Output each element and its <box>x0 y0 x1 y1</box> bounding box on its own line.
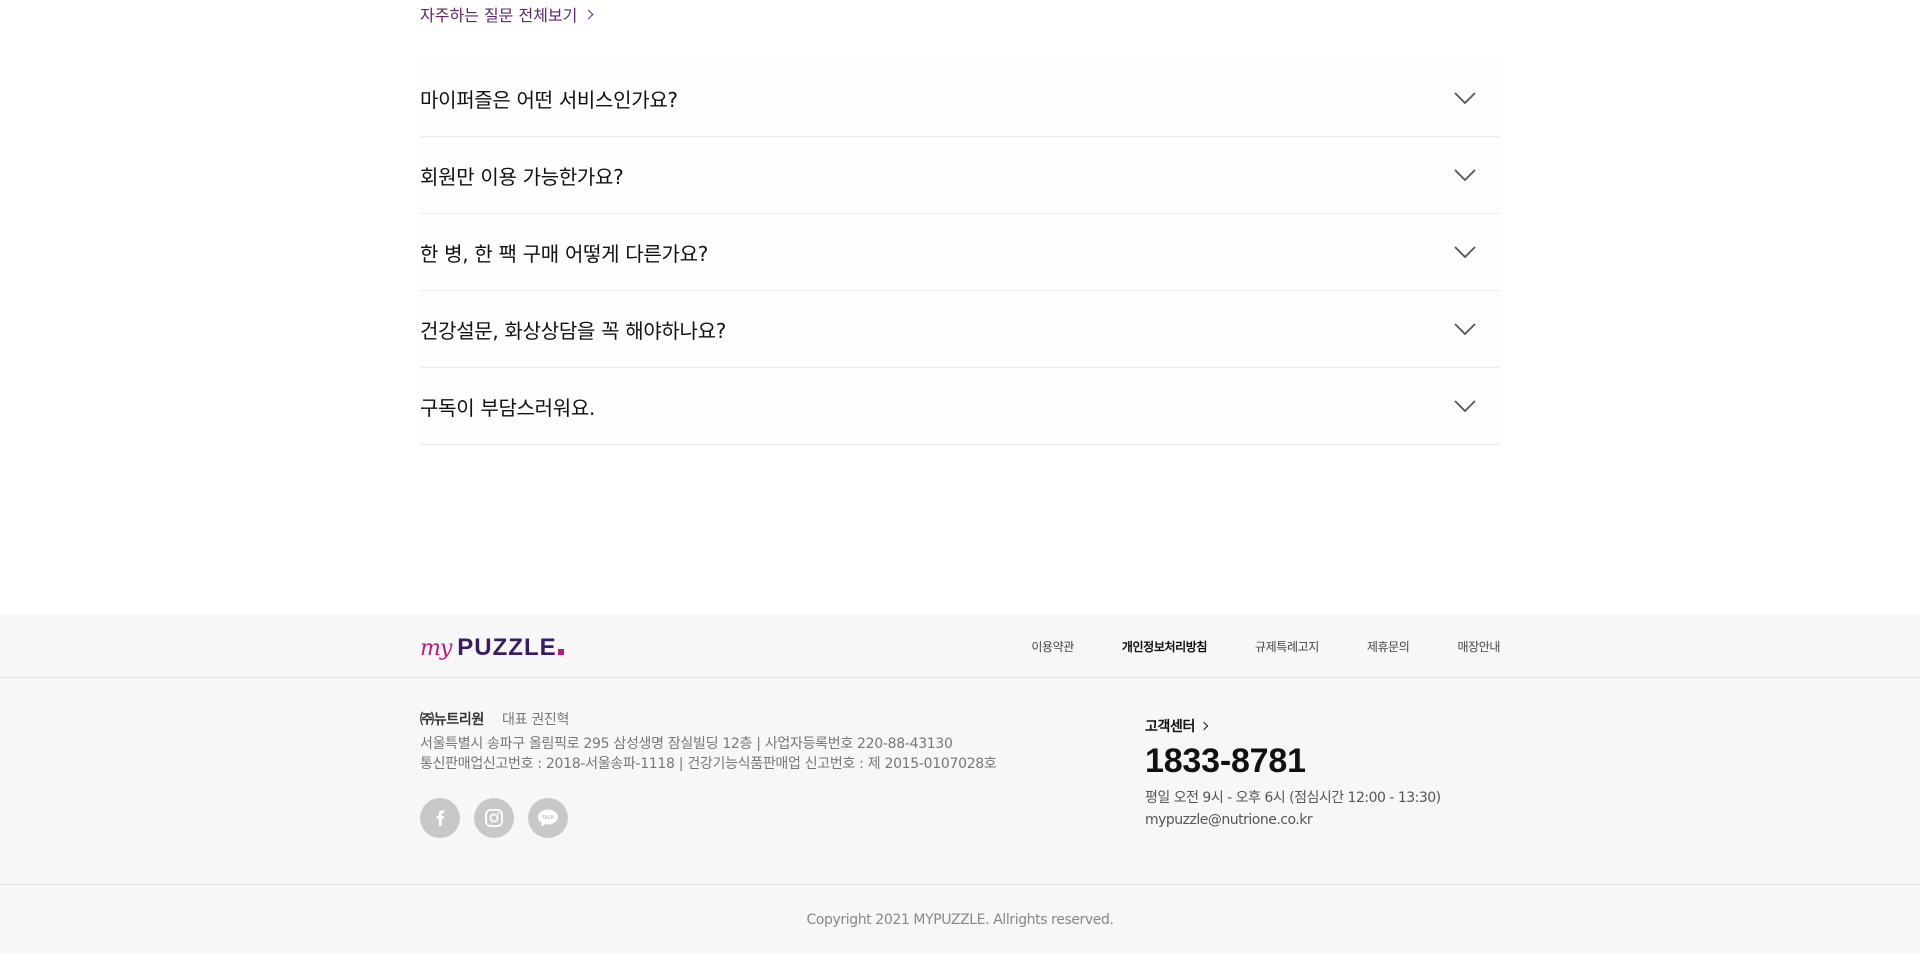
faq-question: 건강설문, 화상상담을 꼭 해야하나요? <box>420 318 727 343</box>
footer-link-privacy[interactable]: 개인정보처리방침 <box>1122 638 1208 655</box>
company-info: ㈜뉴트리원 대표 권진혁 서울특별시 송파구 올림픽로 295 삼성생명 잠실빌… <box>420 710 1020 838</box>
logo-puzzle-word: PUZZLE <box>457 634 557 661</box>
customer-center: 고객센터 1833-8781 평일 오전 9시 - 오후 6시 (점심시간 12… <box>1145 716 1505 831</box>
logo-puzzle-text: PUZZLE <box>457 634 564 662</box>
faq-section: 자주하는 질문 전체보기 마이퍼즐은 어떤 서비스인가요? 회원만 이용 가능한… <box>420 0 1500 445</box>
social-links: TALK <box>420 798 1020 838</box>
company-registration: 통신판매업신고번호 : 2018-서울송파-1118 | 건강기능식품판매업 신… <box>420 756 997 772</box>
faq-view-all-label: 자주하는 질문 전체보기 <box>420 6 578 25</box>
logo-my-text: my <box>420 636 452 661</box>
mypuzzle-logo[interactable]: my PUZZLE <box>420 634 564 662</box>
footer-top-bar: my PUZZLE 이용약관 개인정보처리방침 규제특례고지 제휴문의 매장안내 <box>0 614 1920 678</box>
instagram-icon[interactable] <box>474 798 514 838</box>
footer-link-partnership[interactable]: 제휴문의 <box>1367 638 1410 655</box>
footer: my PUZZLE 이용약관 개인정보처리방침 규제특례고지 제휴문의 매장안내… <box>0 614 1920 954</box>
customer-center-link[interactable]: 고객센터 <box>1145 716 1209 736</box>
faq-item[interactable]: 한 병, 한 팩 구매 어떻게 다른가요? <box>420 214 1500 291</box>
footer-nav: 이용약관 개인정보처리방침 규제특례고지 제휴문의 매장안내 <box>1031 614 1500 678</box>
customer-center-email: mypuzzle@nutrione.co.kr <box>1145 812 1313 828</box>
company-address: 서울특별시 송파구 올림픽로 295 삼성생명 잠실빌딩 12층 | 사업자등록… <box>420 736 953 752</box>
faq-question: 마이퍼즐은 어떤 서비스인가요? <box>420 87 678 112</box>
chevron-down-icon[interactable] <box>1452 316 1478 342</box>
chevron-down-icon[interactable] <box>1452 239 1478 265</box>
chevron-right-icon <box>1199 721 1209 731</box>
customer-center-hours: 평일 오전 9시 - 오후 6시 (점심시간 12:00 - 13:30) <box>1145 790 1441 806</box>
chevron-down-icon[interactable] <box>1452 162 1478 188</box>
chevron-down-icon[interactable] <box>1452 393 1478 419</box>
footer-link-stores[interactable]: 매장안내 <box>1457 638 1500 655</box>
footer-link-regulation[interactable]: 규제특례고지 <box>1255 638 1319 655</box>
company-ceo: 대표 권진혁 <box>502 712 570 728</box>
faq-question: 구독이 부담스러워요. <box>420 395 596 420</box>
customer-center-title: 고객센터 <box>1145 719 1195 735</box>
logo-dot <box>557 649 564 655</box>
customer-center-phone: 1833-8781 <box>1145 742 1306 780</box>
company-name: ㈜뉴트리원 <box>420 712 485 728</box>
footer-link-terms[interactable]: 이용약관 <box>1031 638 1074 655</box>
footer-bottom-bar: Copyright 2021 MYPUZZLE. Allrights reser… <box>0 884 1920 954</box>
copyright-text: Copyright 2021 MYPUZZLE. Allrights reser… <box>806 911 1114 928</box>
faq-list: 마이퍼즐은 어떤 서비스인가요? 회원만 이용 가능한가요? 한 병, 한 팩 … <box>420 60 1500 445</box>
chevron-right-icon <box>583 9 594 19</box>
faq-item[interactable]: 건강설문, 화상상담을 꼭 해야하나요? <box>420 291 1500 368</box>
faq-item[interactable]: 마이퍼즐은 어떤 서비스인가요? <box>420 60 1500 137</box>
faq-question: 한 병, 한 팩 구매 어떻게 다른가요? <box>420 241 709 266</box>
faq-question: 회원만 이용 가능한가요? <box>420 164 624 189</box>
faq-view-all-link[interactable]: 자주하는 질문 전체보기 <box>420 0 594 28</box>
faq-item[interactable]: 회원만 이용 가능한가요? <box>420 137 1500 214</box>
kakaotalk-icon-label: TALK <box>542 815 555 821</box>
facebook-icon[interactable] <box>420 798 460 838</box>
company-line: ㈜뉴트리원 대표 권진혁 <box>420 710 1020 730</box>
faq-item[interactable]: 구독이 부담스러워요. <box>420 368 1500 445</box>
kakaotalk-icon[interactable]: TALK <box>528 798 568 838</box>
chevron-down-icon[interactable] <box>1452 85 1478 111</box>
